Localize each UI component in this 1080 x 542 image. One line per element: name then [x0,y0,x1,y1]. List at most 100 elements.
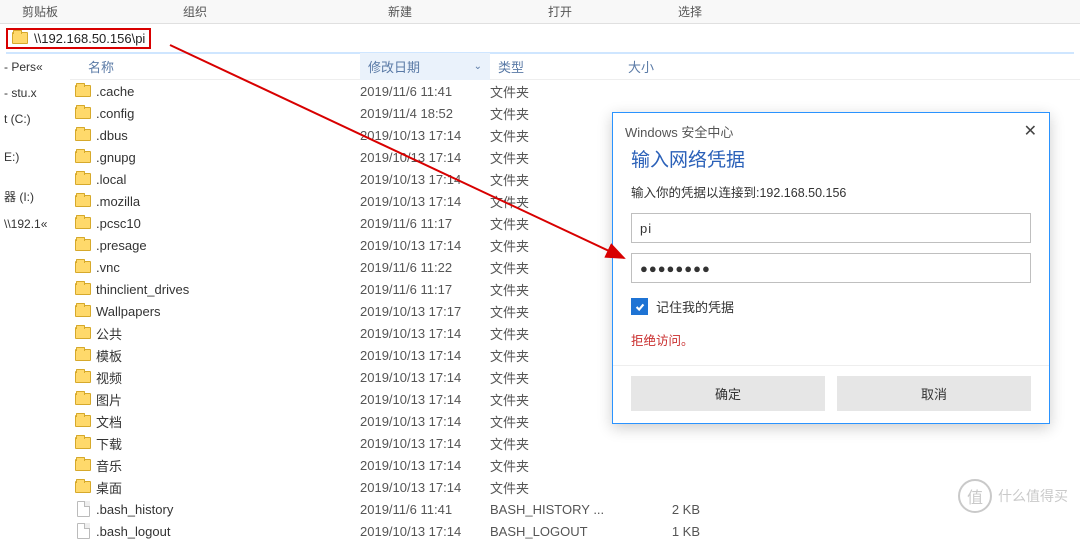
ribbon-group-open: 打开 [490,0,630,23]
cell-date: 2019/11/6 11:22 [360,260,490,275]
cell-date: 2019/11/6 11:17 [360,216,490,231]
cell-name: .bash_history [96,502,360,517]
folder-icon [75,195,91,207]
col-name[interactable]: 名称 [80,53,360,80]
cell-date: 2019/10/13 17:14 [360,524,490,539]
cell-date: 2019/10/13 17:14 [360,128,490,143]
username-input[interactable] [631,213,1031,243]
cell-name: .vnc [96,260,360,275]
table-row[interactable]: 音乐2019/10/13 17:14文件夹 [70,454,1080,476]
cell-date: 2019/10/13 17:14 [360,392,490,407]
cell-type: 文件夹 [490,434,620,453]
cell-name: 文档 [96,412,360,431]
tree-item[interactable]: E:) [0,144,70,170]
folder-icon [75,239,91,251]
ribbon-group-new: 新建 [310,0,490,23]
table-row[interactable]: .cache2019/11/6 11:41文件夹 [70,80,1080,102]
remember-label: 记住我的凭据 [656,297,734,316]
folder-icon [75,129,91,141]
cell-type: 文件夹 [490,346,620,365]
cell-type: 文件夹 [490,302,620,321]
cell-date: 2019/10/13 17:14 [360,436,490,451]
cell-name: .gnupg [96,150,360,165]
col-date[interactable]: 修改日期 ⌄ [360,53,490,80]
cell-type: 文件夹 [490,82,620,101]
file-icon [77,501,90,517]
folder-icon [75,173,91,185]
cell-type: 文件夹 [490,170,620,189]
cell-type: 文件夹 [490,456,620,475]
cancel-button[interactable]: 取消 [837,376,1031,411]
close-icon[interactable]: ✕ [1024,121,1037,141]
cell-name: 公共 [96,324,360,343]
cell-name: .presage [96,238,360,253]
ribbon-group-organize: 组织 [80,0,310,23]
checkmark-icon [631,298,648,315]
tree-item[interactable] [0,170,70,182]
folder-icon [75,481,91,493]
cell-size: 1 KB [620,524,740,539]
folder-icon [75,437,91,449]
dialog-subtitle: 输入你的凭据以连接到:192.168.50.156 [613,182,1049,213]
cell-type: 文件夹 [490,412,620,431]
cell-type: 文件夹 [490,324,620,343]
cell-date: 2019/10/13 17:14 [360,194,490,209]
address-bar-row: \\192.168.50.156\pi [0,24,1080,52]
chevron-down-icon[interactable]: ⌄ [474,61,482,72]
error-text: 拒绝访问。 [631,330,1031,349]
cell-name: 图片 [96,390,360,409]
folder-icon [75,415,91,427]
dialog-caption: Windows 安全中心 [625,122,733,141]
remember-checkbox[interactable]: 记住我的凭据 [631,297,1031,316]
tree-item[interactable]: \\192.1« [0,211,70,237]
cell-type: 文件夹 [490,368,620,387]
tree-item[interactable]: - stu.x [0,80,70,106]
cell-date: 2019/10/13 17:14 [360,370,490,385]
folder-icon [75,459,91,471]
password-input[interactable] [631,253,1031,283]
cell-type: BASH_LOGOUT [490,524,620,539]
address-bar[interactable]: \\192.168.50.156\pi [6,28,151,49]
ribbon-group-clipboard: 剪贴板 [0,0,80,23]
cell-name: .config [96,106,360,121]
cell-date: 2019/10/13 17:14 [360,172,490,187]
folder-icon [75,305,91,317]
folder-icon [75,327,91,339]
cell-type: 文件夹 [490,104,620,123]
table-row[interactable]: .bash_history2019/11/6 11:41BASH_HISTORY… [70,498,1080,520]
address-text: \\192.168.50.156\pi [34,31,145,46]
tree-item[interactable]: 器 (I:) [0,182,70,211]
cell-date: 2019/10/13 17:14 [360,150,490,165]
file-icon [77,523,90,539]
cell-date: 2019/10/13 17:14 [360,348,490,363]
cell-date: 2019/11/6 11:41 [360,502,490,517]
folder-icon [75,349,91,361]
watermark: 值 什么值得买 [958,479,1068,513]
tree-item[interactable]: - Pers« [0,54,70,80]
cell-name: thinclient_drives [96,282,360,297]
cell-type: BASH_HISTORY ... [490,502,620,517]
cell-date: 2019/10/13 17:14 [360,414,490,429]
cell-type: 文件夹 [490,478,620,497]
tree-item[interactable]: t (C:) [0,106,70,132]
table-row[interactable]: 下载2019/10/13 17:14文件夹 [70,432,1080,454]
col-size[interactable]: 大小 [620,53,740,80]
cell-type: 文件夹 [490,280,620,299]
col-type[interactable]: 类型 [490,53,620,80]
cell-name: 视频 [96,368,360,387]
cell-name: Wallpapers [96,304,360,319]
folder-icon [75,107,91,119]
cell-type: 文件夹 [490,192,620,211]
table-row[interactable]: .bash_logout2019/10/13 17:14BASH_LOGOUT1… [70,520,1080,542]
table-row[interactable]: 桌面2019/10/13 17:14文件夹 [70,476,1080,498]
cell-date: 2019/11/4 18:52 [360,106,490,121]
folder-icon [75,217,91,229]
tree-item[interactable] [0,132,70,144]
cell-name: 音乐 [96,456,360,475]
nav-tree[interactable]: - Pers«- stu.xt (C:) E:) 器 (I:)\\192.1« [0,54,70,521]
folder-icon [75,151,91,163]
cell-size: 2 KB [620,502,740,517]
cell-type: 文件夹 [490,390,620,409]
ok-button[interactable]: 确定 [631,376,825,411]
cell-type: 文件夹 [490,214,620,233]
